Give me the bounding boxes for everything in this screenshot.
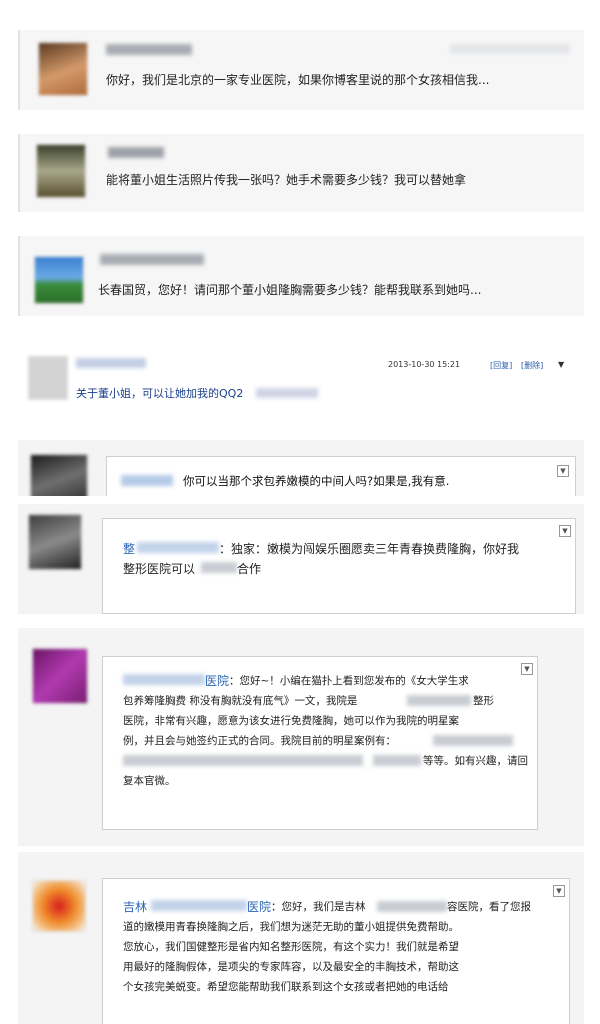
comment-bubble: 你可以当那个求包养嫩模的中间人吗?如果是,我有意. ▼ xyxy=(106,456,576,496)
qq-redacted xyxy=(256,388,318,398)
comment-text: 关于董小姐，可以让她加我的QQ2 xyxy=(76,387,244,400)
avatar[interactable] xyxy=(30,454,88,496)
comment-card-4: 2013-10-30 15:21 [回复] [删除] ▼ 关于董小姐，可以让她加… xyxy=(18,348,584,404)
avatar[interactable] xyxy=(28,514,82,570)
username[interactable]: 吉林 xyxy=(123,899,147,915)
username-redacted[interactable] xyxy=(151,900,247,911)
comment-text: 长春国贸，您好！请问那个董小姐隆胸需要多少钱？能帮我联系到她吗... xyxy=(98,283,482,297)
case-list-redacted xyxy=(433,735,513,746)
username-redacted[interactable] xyxy=(137,542,219,553)
username-redacted[interactable] xyxy=(76,358,146,368)
comment-timestamp: 2013-10-30 15:21 xyxy=(388,360,461,369)
username-redacted[interactable] xyxy=(108,147,164,158)
case-list-redacted xyxy=(123,755,363,766)
avatar[interactable] xyxy=(32,648,88,704)
comment-card-8: ▼ 吉林 医院 ：您好，我们是吉林 容医院，看了您报 道的嫩模用青春换隆胸之后，… xyxy=(18,852,584,1024)
hospital-redacted xyxy=(377,901,447,912)
avatar[interactable] xyxy=(36,144,86,198)
comment-text-line: 用最好的隆胸假体，是项尖的专家阵容，以及最安全的丰胸技术，帮助这 xyxy=(123,961,459,973)
comment-text-line: 例，并且会与她签约正式的合同。我院目前的明星案例有： xyxy=(123,735,396,747)
username-redacted[interactable] xyxy=(123,674,205,685)
comment-text-line: ：您好~！小编在猫扑上看到您发布的《女大学生求 xyxy=(229,675,469,687)
comment-text: 能将董小姐生活照片传我一张吗？她手术需要多少钱？我可以替她拿 xyxy=(106,173,467,187)
username[interactable]: 整 xyxy=(123,541,135,557)
comment-card-1: 你好，我们是北京的一家专业医院，如果你博客里说的那个女孩相信我... xyxy=(18,30,584,110)
comment-text-line: 个女孩完美蜕变。希望您能帮助我们联系到这个女孩或者把她的电话给 xyxy=(123,981,449,993)
comment-text-line: ：独家：嫩模为闯娱乐圈愿卖三年青春换费隆胸，你好我 xyxy=(219,542,520,556)
comment-text-line: 整形 xyxy=(473,695,494,707)
comment-card-2: 能将董小姐生活照片传我一张吗？她手术需要多少钱？我可以替她拿 xyxy=(18,134,584,212)
comment-card-5: 你可以当那个求包养嫩模的中间人吗?如果是,我有意. ▼ xyxy=(18,440,584,496)
username-suffix[interactable]: 医院 xyxy=(205,673,229,689)
comment-text-line: 等等。如有兴趣，请回 xyxy=(423,755,528,767)
dropdown-icon[interactable]: ▼ xyxy=(559,525,571,537)
comment-text-line: 您放心，我们国健整形是省内知名整形医院，有这个实力！我们就是希望 xyxy=(123,941,459,953)
comment-card-6: ▼ 整 ：独家：嫩模为闯娱乐圈愿卖三年青春换费隆胸，你好我 整形医院可以 合作 xyxy=(18,504,584,614)
comment-menu-icon[interactable]: ▼ xyxy=(558,360,564,369)
comment-text-line: 包养筹隆胸费 称没有胸就没有底气》一文，我院是 xyxy=(123,695,358,707)
avatar[interactable] xyxy=(38,42,88,96)
avatar[interactable] xyxy=(34,256,84,304)
hospital-redacted xyxy=(407,695,471,706)
reply-link[interactable]: [回复] xyxy=(490,360,512,371)
comment-text-line: 医院，非常有兴趣，愿意为该女进行免费隆胸，她可以作为我院的明星案 xyxy=(123,715,459,727)
dropdown-icon[interactable]: ▼ xyxy=(553,885,565,897)
dropdown-icon[interactable]: ▼ xyxy=(557,465,569,477)
comment-text-line: 复本官微。 xyxy=(123,775,176,787)
comment-text-line: 整形医院可以 xyxy=(123,562,196,576)
case-list-redacted xyxy=(373,755,421,766)
timestamp-redacted xyxy=(450,44,570,54)
comment-bubble: ▼ 吉林 医院 ：您好，我们是吉林 容医院，看了您报 道的嫩模用青春换隆胸之后，… xyxy=(102,878,570,1024)
hospital-redacted xyxy=(201,562,237,573)
comment-card-7: ▼ 医院 ：您好~！小编在猫扑上看到您发布的《女大学生求 包养筹隆胸费 称没有胸… xyxy=(18,628,584,846)
comment-text: 你可以当那个求包养嫩模的中间人吗?如果是,我有意. xyxy=(183,474,450,488)
comment-text-line: 容医院，看了您报 xyxy=(447,901,531,913)
comment-text: 你好，我们是北京的一家专业医院，如果你博客里说的那个女孩相信我... xyxy=(106,73,490,87)
comment-bubble: ▼ 医院 ：您好~！小编在猫扑上看到您发布的《女大学生求 包养筹隆胸费 称没有胸… xyxy=(102,656,538,830)
username-redacted[interactable] xyxy=(121,475,173,486)
username-redacted[interactable] xyxy=(106,44,192,55)
avatar[interactable] xyxy=(28,356,68,400)
avatar[interactable] xyxy=(32,880,86,932)
dropdown-icon[interactable]: ▼ xyxy=(521,663,533,675)
comment-text-line: 道的嫩模用青春换隆胸之后，我们想为迷茫无助的董小姐提供免费帮助。 xyxy=(123,921,459,933)
username-suffix[interactable]: 医院 xyxy=(247,899,271,915)
comment-card-3: 长春国贸，您好！请问那个董小姐隆胸需要多少钱？能帮我联系到她吗... xyxy=(18,236,584,316)
comment-text-line: ：您好，我们是吉林 xyxy=(271,901,366,913)
comment-bubble: ▼ 整 ：独家：嫩模为闯娱乐圈愿卖三年青春换费隆胸，你好我 整形医院可以 合作 xyxy=(102,518,576,614)
delete-link[interactable]: [删除] xyxy=(521,360,543,371)
username-redacted[interactable] xyxy=(100,254,204,265)
comment-text-line: 合作 xyxy=(237,562,262,576)
